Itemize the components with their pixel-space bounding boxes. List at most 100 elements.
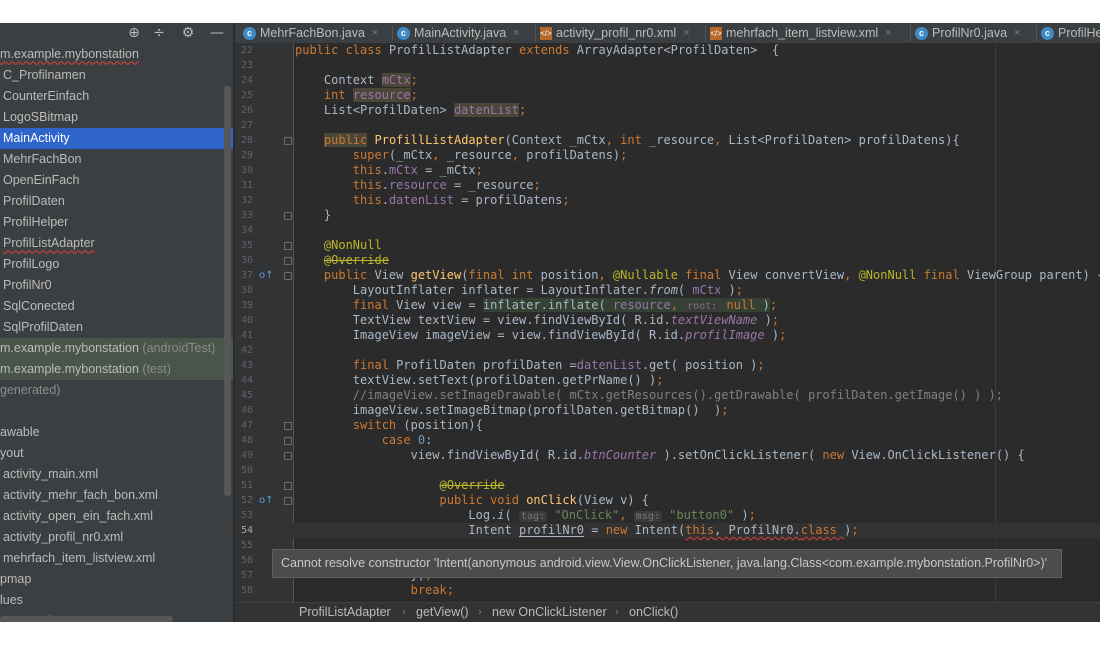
- tree-item[interactable]: activity_mehr_fach_bon.xml: [0, 485, 233, 506]
- tree-item[interactable]: m.example.mybonstation: [0, 44, 233, 65]
- tree-item[interactable]: ProfilLogo: [0, 254, 233, 275]
- code-line[interactable]: 24 Context mCtx;: [235, 73, 1100, 88]
- sidebar-horizontal-scrollbar[interactable]: [0, 616, 173, 622]
- code-line[interactable]: 37 o↑ public View getView(final int posit…: [235, 268, 1100, 283]
- tree-item[interactable]: C_Profilnamen: [0, 65, 233, 86]
- tree-item[interactable]: MehrFachBon: [0, 149, 233, 170]
- code-line[interactable]: 54 Intent profilNr0 = new Intent(this, P…: [235, 523, 1100, 538]
- code-line[interactable]: 28 public ProfillListAdapter(Context _mC…: [235, 133, 1100, 148]
- breadcrumb-item[interactable]: onClick(): [629, 603, 678, 622]
- code-line[interactable]: 22 public class ProfilListAdapter extends…: [235, 43, 1100, 58]
- fold-icon[interactable]: [284, 497, 292, 505]
- code-line[interactable]: 35 @NonNull: [235, 238, 1100, 253]
- tree-item[interactable]: OpenEinFach: [0, 170, 233, 191]
- editor-tab[interactable]: c MainActivity.java ×: [397, 23, 520, 43]
- tree-item[interactable]: CounterEinfach: [0, 86, 233, 107]
- code-line[interactable]: 52 o↑ public void onClick(View v) {: [235, 493, 1100, 508]
- fold-icon[interactable]: [284, 452, 292, 460]
- code-line[interactable]: 49 view.findViewById( R.id.btnCounter ).…: [235, 448, 1100, 463]
- tree-item[interactable]: lues: [0, 590, 233, 611]
- tree-item[interactable]: m.example.mybonstation (test): [0, 359, 233, 380]
- code-line[interactable]: 41 ImageView imageView = view.findViewBy…: [235, 328, 1100, 343]
- tree-item[interactable]: ProfilHelper: [0, 212, 233, 233]
- code-line[interactable]: 23: [235, 58, 1100, 73]
- code-line[interactable]: 40 TextView textView = view.findViewById…: [235, 313, 1100, 328]
- fold-icon[interactable]: [284, 272, 292, 280]
- tree-item[interactable]: yout: [0, 443, 233, 464]
- tree-item[interactable]: activity_profil_nr0.xml: [0, 527, 233, 548]
- fold-icon[interactable]: [284, 437, 292, 445]
- code-line[interactable]: 51 @Override: [235, 478, 1100, 493]
- collapse-icon[interactable]: ÷: [149, 23, 169, 43]
- close-icon[interactable]: ×: [1014, 23, 1020, 43]
- tree-item-label: CounterEinfach: [3, 89, 90, 103]
- fold-icon[interactable]: [284, 422, 292, 430]
- code-line[interactable]: 42: [235, 343, 1100, 358]
- globe-icon[interactable]: ⊕: [124, 23, 144, 43]
- line-number: 54: [240, 525, 253, 536]
- code-line[interactable]: 38 LayoutInflater inflater = LayoutInfla…: [235, 283, 1100, 298]
- code-line[interactable]: 39 final View view = inflater.inflate( r…: [235, 298, 1100, 313]
- code-line[interactable]: 31 this.resource = _resource;: [235, 178, 1100, 193]
- gear-icon[interactable]: ⚙: [178, 23, 198, 43]
- breadcrumb-item[interactable]: ProfilListAdapter: [299, 603, 391, 622]
- code-line[interactable]: 27: [235, 118, 1100, 133]
- tree-item[interactable]: MainActivity: [0, 128, 233, 149]
- tree-item[interactable]: ProfilListAdapter: [0, 233, 233, 254]
- code-editor[interactable]: 22 public class ProfilListAdapter extends…: [235, 43, 1100, 602]
- close-icon[interactable]: ×: [885, 23, 891, 43]
- close-icon[interactable]: ×: [513, 23, 519, 43]
- editor-tab[interactable]: c ProfilNr0.java ×: [915, 23, 1020, 43]
- tree-item[interactable]: [0, 401, 233, 422]
- sidebar-vertical-scrollbar[interactable]: [224, 86, 231, 496]
- minimize-icon[interactable]: —: [207, 23, 227, 43]
- editor-tab[interactable]: </> mehrfach_item_listview.xml ×: [710, 23, 892, 43]
- code-line[interactable]: 58 break;: [235, 583, 1100, 598]
- tree-item[interactable]: LogoSBitmap: [0, 107, 233, 128]
- line-number: 58: [240, 585, 253, 596]
- code-line[interactable]: 43 final ProfilDaten profilDaten =datenL…: [235, 358, 1100, 373]
- code-line[interactable]: 30 this.mCtx = _mCtx;: [235, 163, 1100, 178]
- fold-icon[interactable]: [284, 242, 292, 250]
- editor-tab[interactable]: c ProfilHe: [1041, 23, 1100, 43]
- tree-item[interactable]: mehrfach_item_listview.xml: [0, 548, 233, 569]
- tree-item[interactable]: awable: [0, 422, 233, 443]
- tree-item[interactable]: SqlConected: [0, 296, 233, 317]
- code-line[interactable]: 25 int resource;: [235, 88, 1100, 103]
- override-marker-icon[interactable]: o↑: [259, 268, 274, 283]
- code-line[interactable]: 32 this.datenList = profilDatens;: [235, 193, 1100, 208]
- editor-tab[interactable]: </> activity_profil_nr0.xml ×: [540, 23, 690, 43]
- code-line[interactable]: 29 super(_mCtx, _resource, profilDatens)…: [235, 148, 1100, 163]
- code-line[interactable]: 36 @Override: [235, 253, 1100, 268]
- fold-icon[interactable]: [284, 482, 292, 490]
- tree-item[interactable]: pmap: [0, 569, 233, 590]
- close-icon[interactable]: ×: [683, 23, 689, 43]
- tree-item-suffix: (test): [138, 362, 171, 376]
- tree-item[interactable]: ProfilNr0: [0, 275, 233, 296]
- code-line[interactable]: 46 imageView.setImageBitmap(profilDaten.…: [235, 403, 1100, 418]
- tree-item[interactable]: activity_main.xml: [0, 464, 233, 485]
- code-line[interactable]: 50: [235, 463, 1100, 478]
- tree-item[interactable]: activity_open_ein_fach.xml: [0, 506, 233, 527]
- code-line[interactable]: 33 }: [235, 208, 1100, 223]
- tree-item[interactable]: generated): [0, 380, 233, 401]
- code-line[interactable]: 34: [235, 223, 1100, 238]
- tree-item[interactable]: m.example.mybonstation (androidTest): [0, 338, 233, 359]
- code-text: this.mCtx = _mCtx;: [352, 163, 483, 177]
- fold-icon[interactable]: [284, 212, 292, 220]
- fold-icon[interactable]: [284, 137, 292, 145]
- code-line[interactable]: 44 textView.setText(profilDaten.getPrNam…: [235, 373, 1100, 388]
- breadcrumb-item[interactable]: getView(): [416, 603, 469, 622]
- code-line[interactable]: 48 case 0:: [235, 433, 1100, 448]
- breadcrumb-item[interactable]: new OnClickListener: [492, 603, 607, 622]
- override-marker-icon[interactable]: o↑: [259, 493, 274, 508]
- code-line[interactable]: 26 List<ProfilDaten> datenList;: [235, 103, 1100, 118]
- editor-tab[interactable]: c MehrFachBon.java ×: [243, 23, 378, 43]
- code-line[interactable]: 45 //imageView.setImageDrawable( mCtx.ge…: [235, 388, 1100, 403]
- tree-item[interactable]: ProfilDaten: [0, 191, 233, 212]
- close-icon[interactable]: ×: [372, 23, 378, 43]
- code-line[interactable]: 53 Log.i( tag: "OnClick", msg: "button0"…: [235, 508, 1100, 523]
- fold-icon[interactable]: [284, 257, 292, 265]
- tree-item[interactable]: SqlProfilDaten: [0, 317, 233, 338]
- code-line[interactable]: 47 switch (position){: [235, 418, 1100, 433]
